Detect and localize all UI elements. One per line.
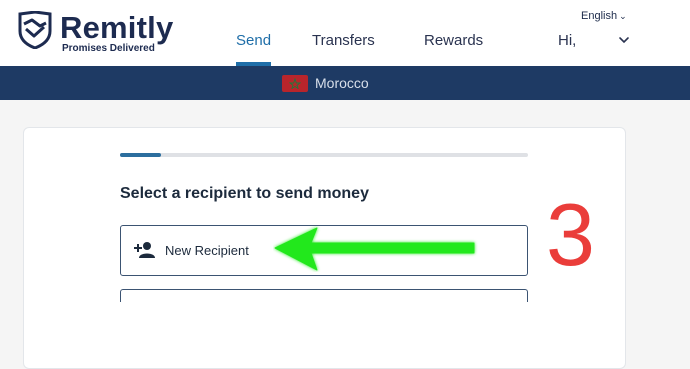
shield-handshake-icon	[18, 11, 52, 49]
morocco-flag-icon	[282, 75, 308, 92]
progress-fill	[120, 153, 161, 157]
top-header: Remitly Promises Delivered Send Transfer…	[0, 0, 690, 66]
nav-send[interactable]: Send	[236, 32, 271, 50]
progress-bar	[120, 153, 528, 157]
step-number-annotation: 3	[546, 185, 595, 284]
brand-tagline: Promises Delivered	[62, 43, 155, 54]
green-arrow-annotation	[274, 227, 475, 271]
page-title: Select a recipient to send money	[120, 185, 369, 202]
country-name[interactable]: Morocco	[315, 75, 369, 92]
user-greeting[interactable]: Hi,	[558, 32, 576, 49]
remitly-logo[interactable]: Remitly Promises Delivered	[18, 11, 178, 57]
language-label: English	[581, 10, 618, 22]
brand-name: Remitly	[60, 10, 174, 45]
chevron-down-icon[interactable]	[617, 33, 631, 47]
chevron-down-icon: ⌄	[619, 11, 627, 21]
nav-transfers[interactable]: Transfers	[312, 32, 375, 50]
add-person-icon	[134, 242, 155, 258]
recipient-list-item[interactable]	[119, 289, 529, 332]
new-recipient-label: New Recipient	[165, 243, 249, 258]
nav-rewards[interactable]: Rewards	[424, 32, 483, 50]
language-selector[interactable]: English ⌄	[581, 10, 627, 22]
